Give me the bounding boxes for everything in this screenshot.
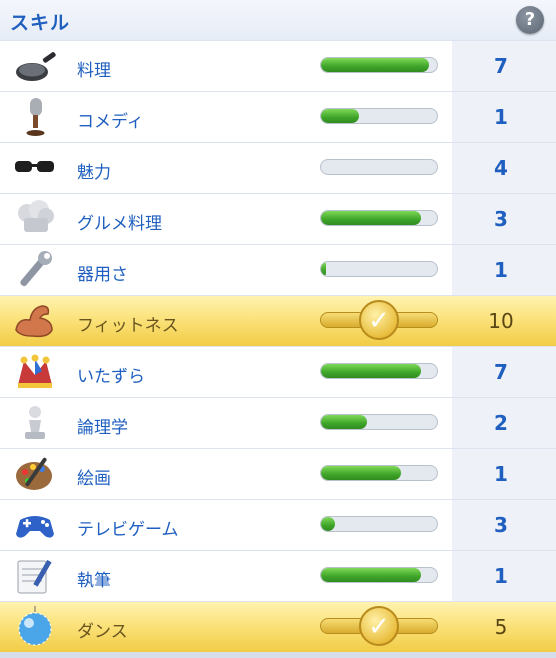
microphone-icon [12,96,58,138]
skill-level: 1 [494,105,508,129]
checkmark-icon: ✓ [359,300,399,340]
frying-pan-icon [12,45,58,87]
skill-label: フィットネス [77,316,179,336]
skill-level: 3 [494,513,508,537]
skill-row[interactable]: いたずら 7 [0,346,556,397]
skill-progress-fill [321,364,421,378]
paint-palette-icon [12,453,58,495]
skill-level: 10 [488,309,514,333]
skill-label: ダンス [77,622,128,642]
skill-row[interactable]: フィットネス ✓ 10 [0,295,556,346]
skill-level: 4 [494,156,508,180]
skill-progress-fill [321,415,368,429]
skill-level: 7 [494,360,508,384]
skill-level: 5 [494,615,508,639]
skill-row[interactable]: 器用さ 1 [0,244,556,295]
skill-progress-bar [320,210,438,226]
skill-label: 魅力 [77,163,111,183]
sunglasses-icon [12,147,58,189]
skill-progress-bar [320,567,438,583]
skill-label: いたずら [77,367,145,387]
skill-progress-fill [321,109,360,123]
skill-row[interactable]: グルメ料理 3 [0,193,556,244]
skill-progress-fill [321,262,326,276]
skill-progress-bar [320,57,438,73]
skill-row[interactable]: コメディ 1 [0,91,556,142]
skill-level: 2 [494,411,508,435]
chess-pawn-icon [12,402,58,444]
skill-level: 1 [494,258,508,282]
panel-title: スキル [10,12,71,34]
skill-level: 1 [494,564,508,588]
game-controller-icon [12,504,58,546]
skill-progress-bar [320,516,438,532]
skill-progress-fill [321,517,335,531]
skill-progress-bar [320,159,438,175]
skill-progress-bar [320,363,438,379]
skill-progress-bar [320,261,438,277]
disco-ball-icon [12,606,58,648]
skill-row[interactable]: 料理 7 [0,40,556,91]
skill-label: コメディ [77,112,144,132]
notepad-pen-icon [12,555,58,597]
skill-level: 7 [494,54,508,78]
skill-label: 器用さ [77,265,128,285]
skill-row[interactable]: 執筆 1 [0,550,556,601]
skill-label: グルメ料理 [77,214,162,234]
skill-row[interactable]: 絵画 1 [0,448,556,499]
skill-label: 絵画 [77,469,111,489]
skill-label: テレビゲーム [77,520,179,540]
skill-progress-bar [320,108,438,124]
skill-label: 料理 [77,61,111,81]
skill-label: 論理学 [77,418,128,438]
skill-level: 3 [494,207,508,231]
skill-row[interactable]: 魅力 4 [0,142,556,193]
chef-hat-icon [12,198,58,240]
skill-progress-fill [321,211,421,225]
skill-level: 1 [494,462,508,486]
skill-progress-bar [320,414,438,430]
panel-header: スキル ? [0,0,556,40]
checkmark-icon: ✓ [359,606,399,646]
skill-row[interactable]: 論理学 2 [0,397,556,448]
help-icon[interactable]: ? [516,6,544,34]
skill-progress-fill [321,466,402,480]
flexed-arm-icon [12,300,58,342]
skill-row[interactable]: ダンス ✓ 5 [0,601,556,652]
skill-list: 料理 7 コメディ 1 魅力 4 グルメ料理 3 器用さ 1 フィットネス ✓ 10 いたずら 7 論理学 2 絵… [0,40,556,652]
skill-row[interactable]: テレビゲーム 3 [0,499,556,550]
skills-panel: スキル ? 料理 7 コメディ 1 魅力 4 グルメ料理 3 器用さ 1 フィットネス ✓ 10 いたずら… [0,0,556,658]
wrench-icon [12,249,58,291]
jester-hat-icon [12,351,58,393]
skill-progress-bar [320,465,438,481]
skill-progress-fill [321,568,421,582]
skill-progress-fill [321,58,429,72]
skill-label: 執筆 [77,571,111,591]
